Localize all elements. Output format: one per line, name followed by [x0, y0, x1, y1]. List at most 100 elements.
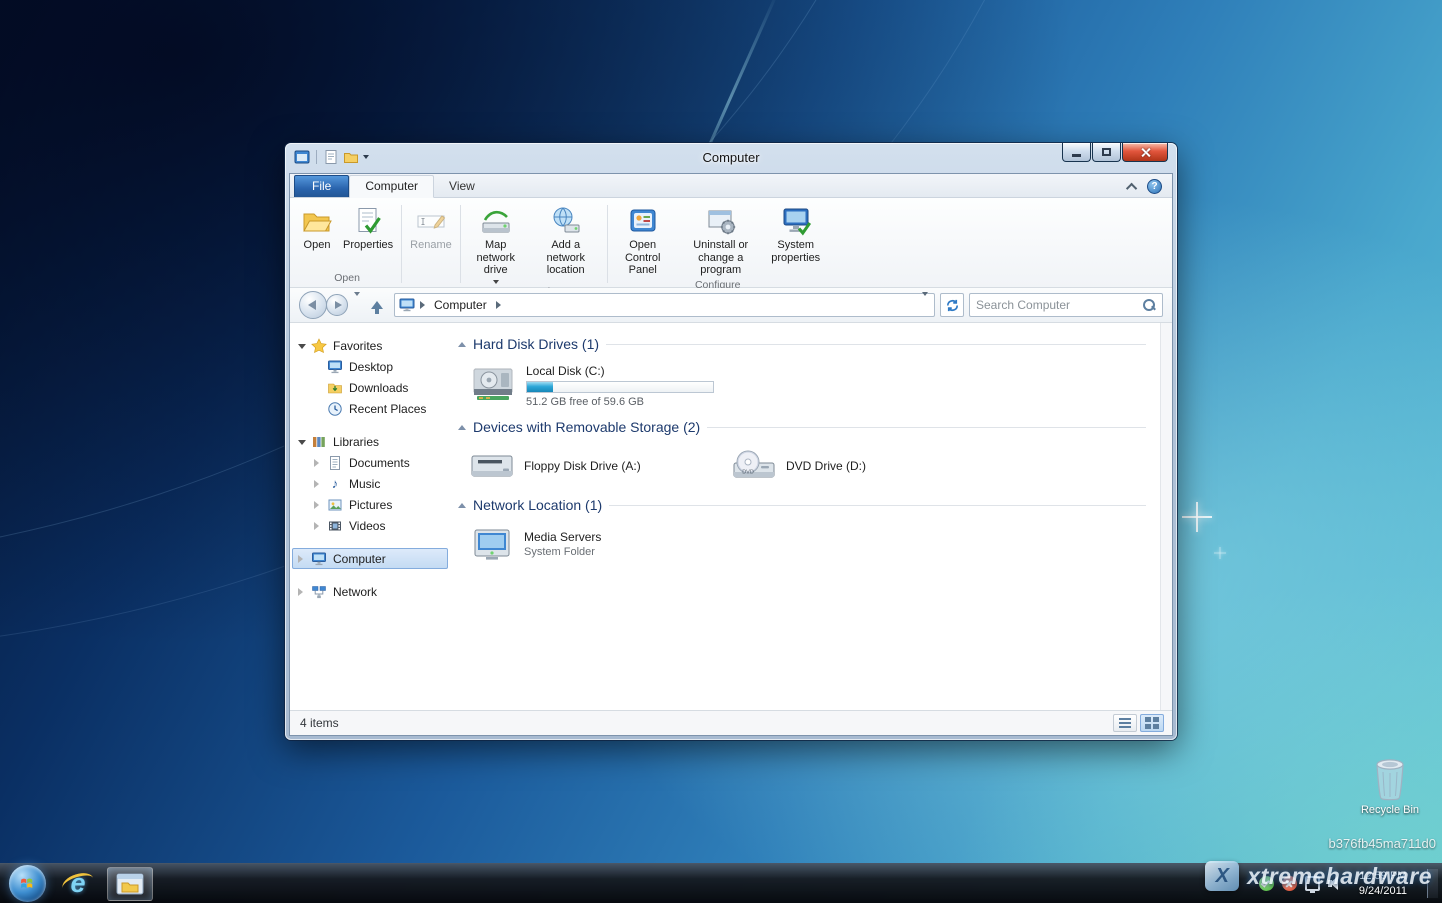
section-title: Network Location (1) [473, 497, 602, 513]
sidebar-item-favorites[interactable]: Favorites [292, 335, 448, 356]
sidebar-item-desktop[interactable]: Desktop [292, 356, 448, 377]
favorites-star-icon [311, 338, 327, 354]
drive-local-disk[interactable]: Local Disk (C:) 51.2 GB free of 59.6 GB [466, 361, 726, 410]
section-header[interactable]: Hard Disk Drives (1) [458, 336, 1146, 352]
refresh-button[interactable] [940, 293, 964, 317]
forward-button[interactable] [326, 294, 348, 316]
search-icon[interactable] [1142, 298, 1156, 312]
minimize-button[interactable] [1062, 143, 1091, 162]
expand-arrow-icon[interactable] [298, 555, 303, 563]
properties-icon [352, 205, 384, 237]
sidebar-item-label: Libraries [333, 435, 379, 449]
address-dropdown[interactable] [922, 296, 928, 314]
back-button[interactable] [299, 291, 327, 319]
close-icon [1140, 147, 1151, 158]
thumbnails-view-icon [1145, 717, 1159, 729]
breadcrumb-chevron-icon[interactable] [420, 301, 425, 309]
maximize-button[interactable] [1092, 143, 1121, 162]
address-bar[interactable]: Computer [394, 293, 935, 317]
status-bar: 4 items [290, 710, 1172, 735]
brand-watermark: X xtremehardware [1205, 861, 1432, 891]
recent-pages-dropdown[interactable] [354, 296, 360, 314]
videos-icon [327, 518, 343, 534]
recycle-bin-icon [1370, 756, 1410, 802]
minimize-ribbon-icon[interactable] [1126, 182, 1137, 193]
close-button[interactable] [1122, 143, 1168, 162]
media-servers-item[interactable]: Media Servers System Folder [466, 522, 720, 566]
up-button[interactable] [365, 293, 389, 317]
recycle-bin-desktop-icon[interactable]: Recycle Bin [1356, 756, 1424, 816]
help-icon[interactable]: ? [1147, 179, 1162, 194]
collapse-arrow-icon[interactable] [298, 344, 306, 349]
sidebar-item-videos[interactable]: Videos [292, 515, 448, 536]
start-button[interactable] [9, 865, 46, 902]
sidebar-item-label: Downloads [349, 381, 408, 395]
drive-dvd[interactable]: DVD DVD Drive (D:) [728, 444, 982, 488]
collapse-arrow-icon[interactable] [298, 440, 306, 445]
sidebar-item-pictures[interactable]: Pictures [292, 494, 448, 515]
brand-x-icon: X [1205, 861, 1239, 891]
open-button[interactable]: Open [296, 200, 338, 271]
map-network-drive-button[interactable]: Map network drive [464, 200, 528, 285]
section-title: Hard Disk Drives (1) [473, 336, 599, 352]
ribbon-group-configure: Open Control Panel [611, 200, 825, 287]
tab-view[interactable]: View [434, 176, 490, 197]
thumbnails-view-button[interactable] [1140, 714, 1164, 732]
expand-arrow-icon[interactable] [314, 501, 319, 509]
taskbar-explorer-button[interactable] [107, 867, 153, 901]
sidebar-item-recent-places[interactable]: Recent Places [292, 398, 448, 419]
libraries-icon [311, 434, 327, 450]
file-list: Hard Disk Drives (1) [450, 323, 1172, 710]
add-network-location-button[interactable]: Add a network location [528, 200, 604, 285]
expand-arrow-icon[interactable] [314, 522, 319, 530]
explorer-window: Computer File Computer View ? [285, 143, 1177, 740]
tab-file[interactable]: File [294, 175, 349, 197]
pictures-icon [327, 497, 343, 513]
rename-button[interactable]: Rename [405, 200, 457, 283]
expand-arrow-icon[interactable] [314, 480, 319, 488]
dvd-drive-icon: DVD [731, 447, 777, 485]
expand-arrow-icon[interactable] [298, 588, 303, 596]
sidebar-item-music[interactable]: ♪ Music [292, 473, 448, 494]
open-folder-icon [301, 205, 333, 237]
title-bar[interactable]: Computer [285, 143, 1177, 173]
section-collapse-icon[interactable] [458, 503, 466, 508]
section-collapse-icon[interactable] [458, 342, 466, 347]
sidebar-item-label: Videos [349, 519, 385, 533]
expand-arrow-icon[interactable] [314, 459, 319, 467]
breadcrumb-chevron-icon[interactable] [496, 301, 501, 309]
section-collapse-icon[interactable] [458, 425, 466, 430]
section-title: Devices with Removable Storage (2) [473, 419, 700, 435]
breadcrumb-computer[interactable]: Computer [430, 296, 491, 314]
system-properties-icon [780, 205, 812, 237]
section-header[interactable]: Network Location (1) [458, 497, 1146, 513]
window-body: File Computer View ? [289, 173, 1173, 736]
sidebar-item-label: Network [333, 585, 377, 599]
sidebar-item-downloads[interactable]: Downloads [292, 377, 448, 398]
back-arrow-icon [308, 300, 316, 310]
sidebar-item-network[interactable]: Network [292, 581, 448, 602]
sidebar-item-label: Documents [349, 456, 410, 470]
properties-button[interactable]: Properties [338, 200, 398, 271]
sidebar-item-computer[interactable]: Computer [292, 548, 448, 569]
section-header[interactable]: Devices with Removable Storage (2) [458, 419, 1146, 435]
open-control-panel-button[interactable]: Open Control Panel [611, 200, 675, 278]
uninstall-program-button[interactable]: Uninstall or change a program [675, 200, 767, 278]
control-panel-icon [627, 205, 659, 237]
taskbar-ie-button[interactable]: e [55, 867, 101, 901]
item-count: 4 items [300, 716, 339, 730]
tab-computer[interactable]: Computer [349, 175, 434, 198]
vertical-scrollbar[interactable] [1160, 323, 1172, 710]
computer-icon [399, 298, 415, 312]
refresh-icon [945, 298, 960, 313]
ribbon-group-rename: Rename [405, 200, 457, 287]
details-view-button[interactable] [1113, 714, 1137, 732]
drive-name: Floppy Disk Drive (A:) [524, 459, 641, 473]
search-input[interactable] [976, 298, 1138, 312]
up-arrow-icon [371, 301, 383, 309]
system-properties-button[interactable]: System properties [767, 200, 825, 278]
drive-floppy[interactable]: Floppy Disk Drive (A:) [466, 444, 720, 488]
sidebar-item-libraries[interactable]: Libraries [292, 431, 448, 452]
ribbon-controls: ? [1129, 179, 1162, 194]
sidebar-item-documents[interactable]: Documents [292, 452, 448, 473]
